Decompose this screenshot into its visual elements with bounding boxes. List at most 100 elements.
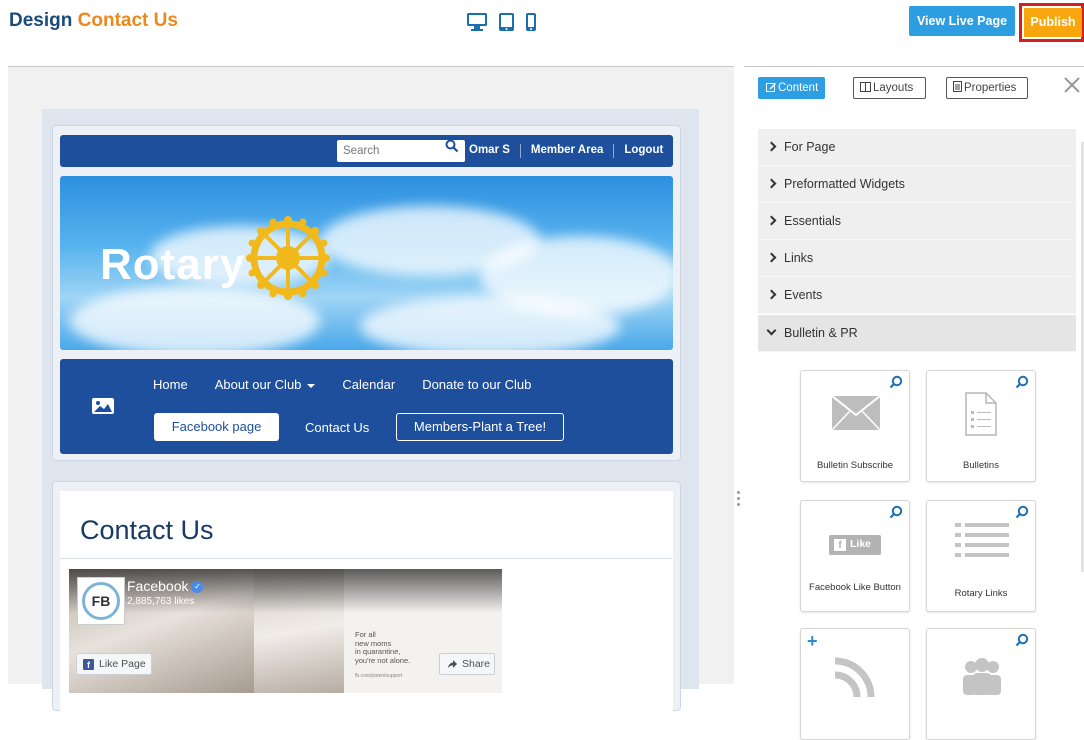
menu-home[interactable]: Home bbox=[153, 377, 188, 392]
section-bulletin-pr[interactable]: Bulletin & PR bbox=[758, 315, 1076, 352]
rotary-wheel-icon bbox=[246, 216, 330, 300]
mobile-icon[interactable] bbox=[525, 12, 537, 32]
title-page-name: Contact Us bbox=[77, 10, 178, 31]
magnify-icon[interactable] bbox=[889, 505, 903, 519]
main-navigation: Home About our Club Calendar Donate to o… bbox=[60, 359, 673, 454]
list-icon bbox=[955, 523, 1009, 557]
widget-label: Rotary Links bbox=[954, 588, 1008, 599]
section-essentials[interactable]: Essentials bbox=[758, 203, 1076, 240]
section-label: Bulletin & PR bbox=[784, 326, 858, 340]
share-label: Share bbox=[462, 658, 491, 670]
section-preformatted-widgets[interactable]: Preformatted Widgets bbox=[758, 166, 1076, 203]
facebook-icon: f bbox=[834, 539, 846, 551]
section-label: Events bbox=[784, 288, 823, 302]
share-arrow-icon bbox=[448, 660, 457, 668]
panel-resize-handle[interactable] bbox=[737, 491, 741, 509]
facebook-like-icon: f Like bbox=[829, 535, 881, 555]
facebook-page-widget[interactable]: FB Facebook ✓ 2,885,763 likes For all new… bbox=[69, 569, 502, 693]
view-live-page-button[interactable]: View Live Page bbox=[909, 6, 1015, 36]
like-page-button[interactable]: f Like Page bbox=[76, 653, 152, 675]
section-events[interactable]: Events bbox=[758, 277, 1076, 314]
section-label: For Page bbox=[784, 140, 836, 154]
cloud-shape bbox=[360, 296, 620, 350]
chevron-right-icon bbox=[766, 178, 777, 189]
verified-badge-icon: ✓ bbox=[191, 581, 204, 594]
widget-label: Facebook Like Button bbox=[809, 582, 901, 593]
properties-icon bbox=[953, 81, 962, 92]
tablet-icon[interactable] bbox=[498, 12, 515, 32]
section-label: Essentials bbox=[784, 214, 841, 228]
facebook-likes-count: 2,885,763 likes bbox=[127, 596, 195, 607]
page-title: Design Contact Us bbox=[9, 10, 178, 32]
widget-rss-feed[interactable]: + bbox=[800, 628, 910, 740]
columns-icon bbox=[860, 82, 871, 92]
menu-calendar[interactable]: Calendar bbox=[342, 377, 395, 392]
widget-bulletin-subscribe[interactable]: Bulletin Subscribe bbox=[800, 370, 910, 482]
chevron-right-icon bbox=[766, 252, 777, 263]
tab-properties-label: Properties bbox=[964, 82, 1017, 94]
tab-content[interactable]: Content bbox=[758, 77, 825, 99]
content-title: Contact Us bbox=[80, 515, 214, 545]
chevron-down-icon bbox=[307, 383, 316, 388]
cover-tagline: For all new moms in quarantine, you're n… bbox=[355, 630, 411, 665]
divider bbox=[519, 144, 521, 158]
widget-members[interactable] bbox=[926, 628, 1036, 740]
divider bbox=[60, 558, 673, 559]
widget-facebook-like-button[interactable]: f Like Facebook Like Button bbox=[800, 500, 910, 612]
logout-link[interactable]: Logout bbox=[624, 144, 663, 158]
contact-us-link[interactable]: Contact Us bbox=[305, 420, 369, 435]
facebook-profile-logo[interactable]: FB bbox=[77, 577, 125, 625]
magnify-icon[interactable] bbox=[1015, 375, 1029, 389]
menu-about[interactable]: About our Club bbox=[215, 377, 316, 392]
widget-label: Bulletins bbox=[963, 460, 999, 471]
desktop-icon[interactable] bbox=[466, 12, 488, 32]
menu-donate[interactable]: Donate to our Club bbox=[422, 377, 531, 392]
edit-icon bbox=[766, 83, 776, 92]
rotary-logo-text: Rotary bbox=[100, 240, 246, 289]
rss-icon bbox=[834, 657, 875, 698]
close-icon[interactable] bbox=[1062, 75, 1082, 95]
hero-banner[interactable]: Rotary bbox=[60, 176, 673, 350]
tab-layouts-label: Layouts bbox=[873, 82, 914, 94]
cover-url: fb.com/parentsupport bbox=[355, 673, 403, 679]
search-icon[interactable] bbox=[445, 139, 459, 153]
device-switcher bbox=[466, 12, 537, 32]
design-canvas: Search Omar S Member Area Logout Rotary bbox=[8, 66, 734, 711]
section-label: Links bbox=[784, 251, 814, 265]
top-bar: Design Contact Us View Live Page Publish bbox=[0, 0, 1084, 44]
section-links[interactable]: Links bbox=[758, 240, 1076, 277]
chevron-right-icon bbox=[766, 289, 777, 300]
magnify-icon[interactable] bbox=[889, 375, 903, 389]
tab-properties[interactable]: Properties bbox=[946, 77, 1028, 99]
page-frame: Search Omar S Member Area Logout Rotary bbox=[42, 109, 699, 711]
members-plant-tree-button[interactable]: Members-Plant a Tree! bbox=[396, 413, 564, 441]
menu-about-label: About our Club bbox=[214, 377, 302, 392]
search-placeholder: Search bbox=[343, 145, 380, 157]
envelope-icon bbox=[831, 395, 881, 431]
publish-button[interactable]: Publish bbox=[1024, 8, 1082, 37]
magnify-icon[interactable] bbox=[1015, 633, 1029, 647]
section-label: Preformatted Widgets bbox=[784, 177, 905, 191]
divider bbox=[613, 144, 615, 158]
like-badge-text: Like bbox=[850, 538, 872, 550]
user-name-link[interactable]: Omar S bbox=[469, 144, 510, 158]
tab-content-label: Content bbox=[778, 82, 819, 94]
facebook-page-button[interactable]: Facebook page bbox=[154, 413, 279, 441]
image-icon[interactable] bbox=[91, 397, 115, 415]
widget-rotary-links[interactable]: Rotary Links bbox=[926, 500, 1036, 612]
tab-layouts[interactable]: Layouts bbox=[853, 77, 926, 99]
add-icon[interactable]: + bbox=[807, 631, 818, 652]
widgets-panel: Content Layouts Properties For Page Pref… bbox=[744, 66, 1084, 740]
document-icon bbox=[965, 392, 997, 436]
facebook-page-name[interactable]: Facebook ✓ bbox=[127, 578, 204, 594]
member-area-link[interactable]: Member Area bbox=[531, 144, 603, 158]
menu-row: Home About our Club Calendar Donate to o… bbox=[153, 377, 558, 392]
title-prefix: Design bbox=[9, 10, 73, 31]
magnify-icon[interactable] bbox=[1015, 505, 1029, 519]
chevron-right-icon bbox=[766, 141, 777, 152]
publish-highlight: Publish bbox=[1019, 3, 1084, 42]
widget-bulletins[interactable]: Bulletins bbox=[926, 370, 1036, 482]
share-button[interactable]: Share bbox=[439, 653, 495, 675]
section-for-page[interactable]: For Page bbox=[758, 129, 1076, 166]
facebook-icon: f bbox=[83, 659, 94, 670]
